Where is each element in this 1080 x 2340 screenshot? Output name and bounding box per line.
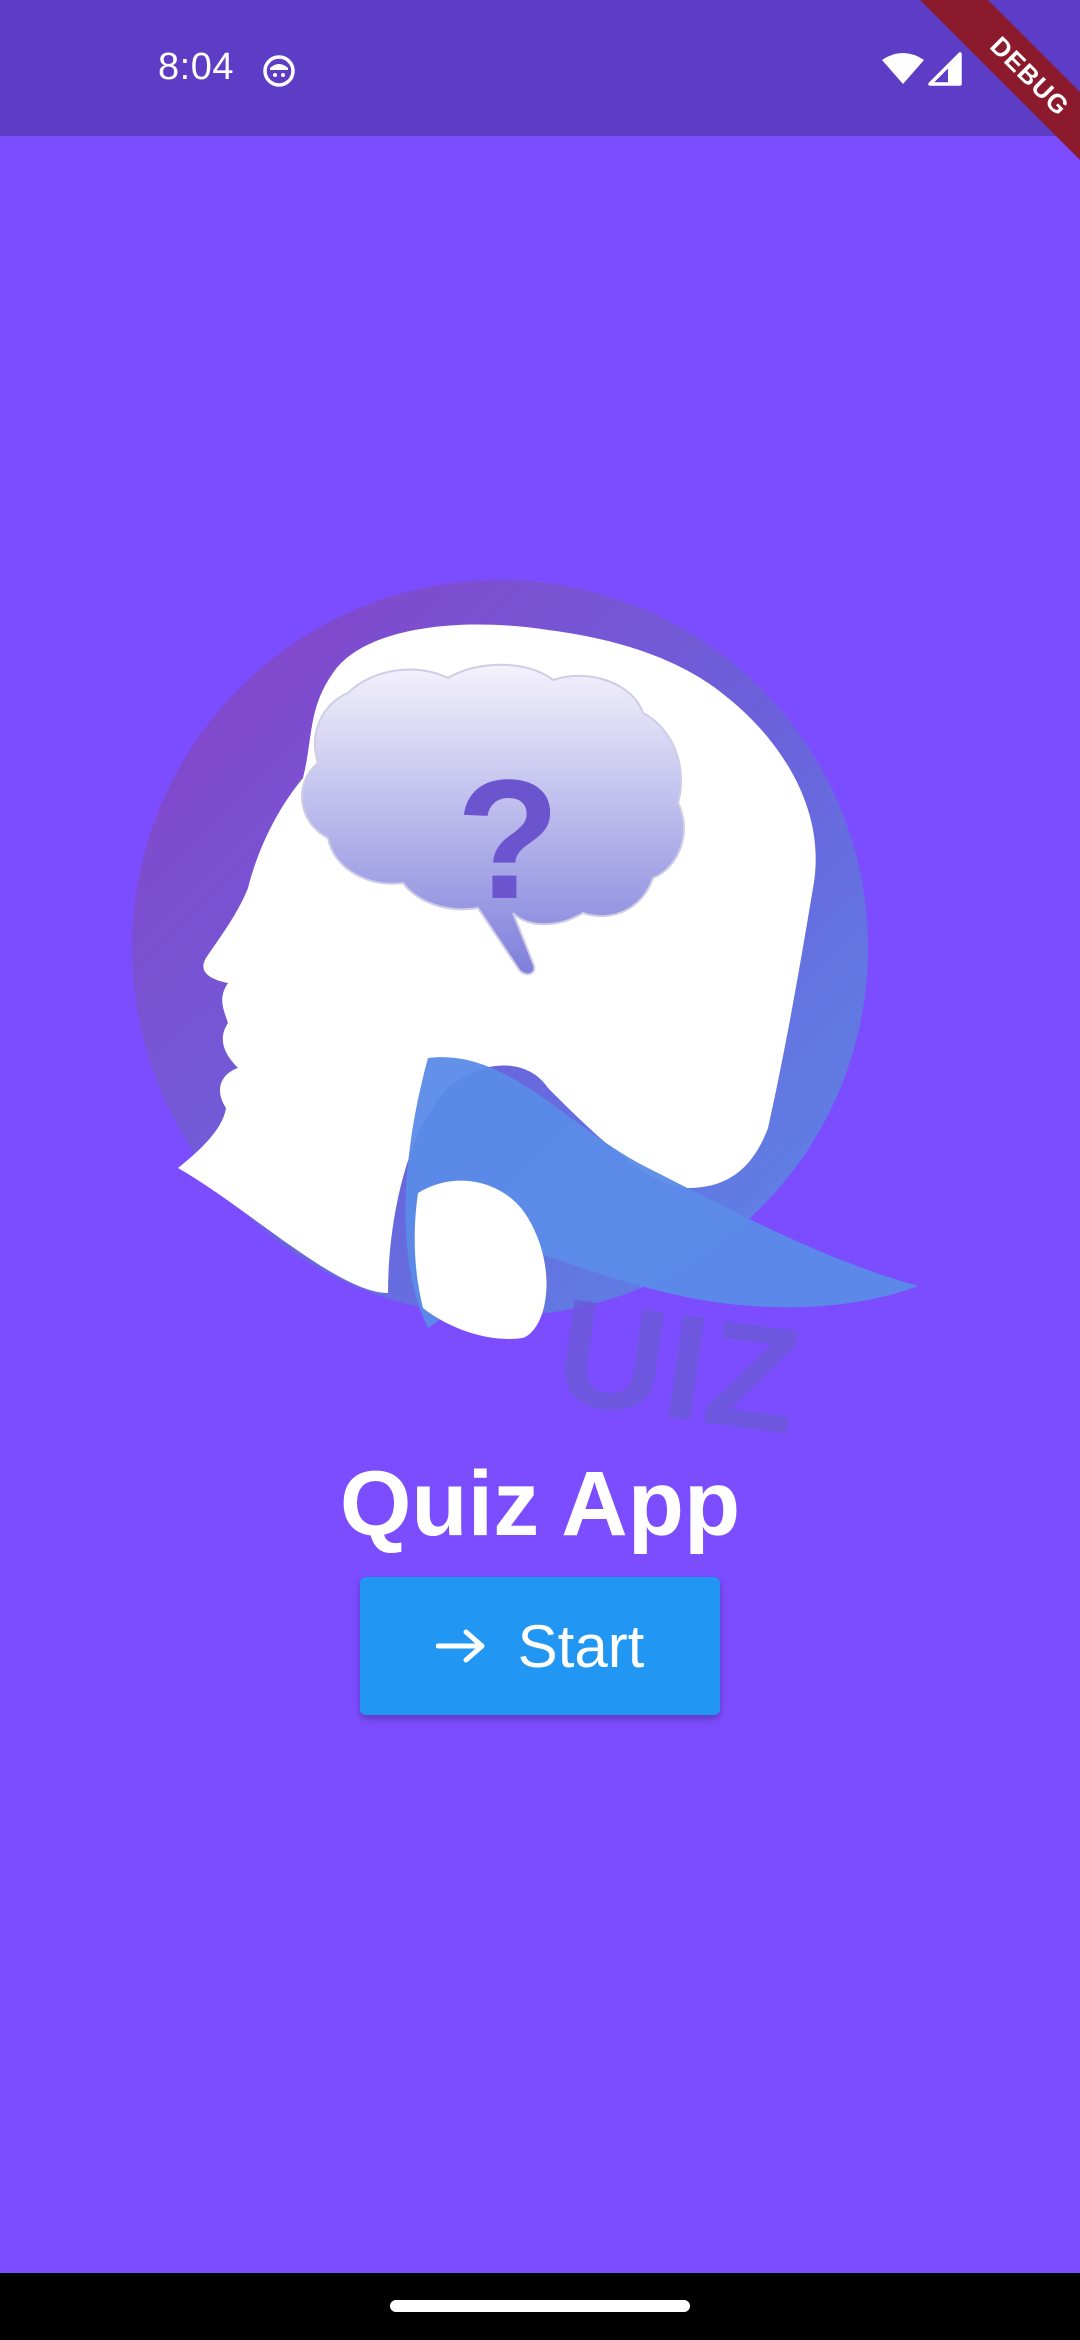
quiz-logo: ? UIZ [132,580,918,1466]
wifi-icon [882,53,924,84]
arrow-forward-icon [435,1629,485,1663]
app-notification-icon [263,55,295,87]
status-time: 8:04 [158,46,234,88]
logo-wordmark: UIZ [547,1266,810,1466]
status-bar: 8:04 [0,0,1080,136]
start-button[interactable]: Start [360,1577,720,1715]
signal-icon [928,52,962,86]
home-indicator[interactable] [390,2300,690,2312]
app-title: Quiz App [339,1453,741,1555]
splash-screen: 8:04 DEBUG ? UIZ Quiz App Start [0,0,1080,2340]
start-button-label: Start [517,1612,645,1680]
question-mark: ? [456,745,560,935]
